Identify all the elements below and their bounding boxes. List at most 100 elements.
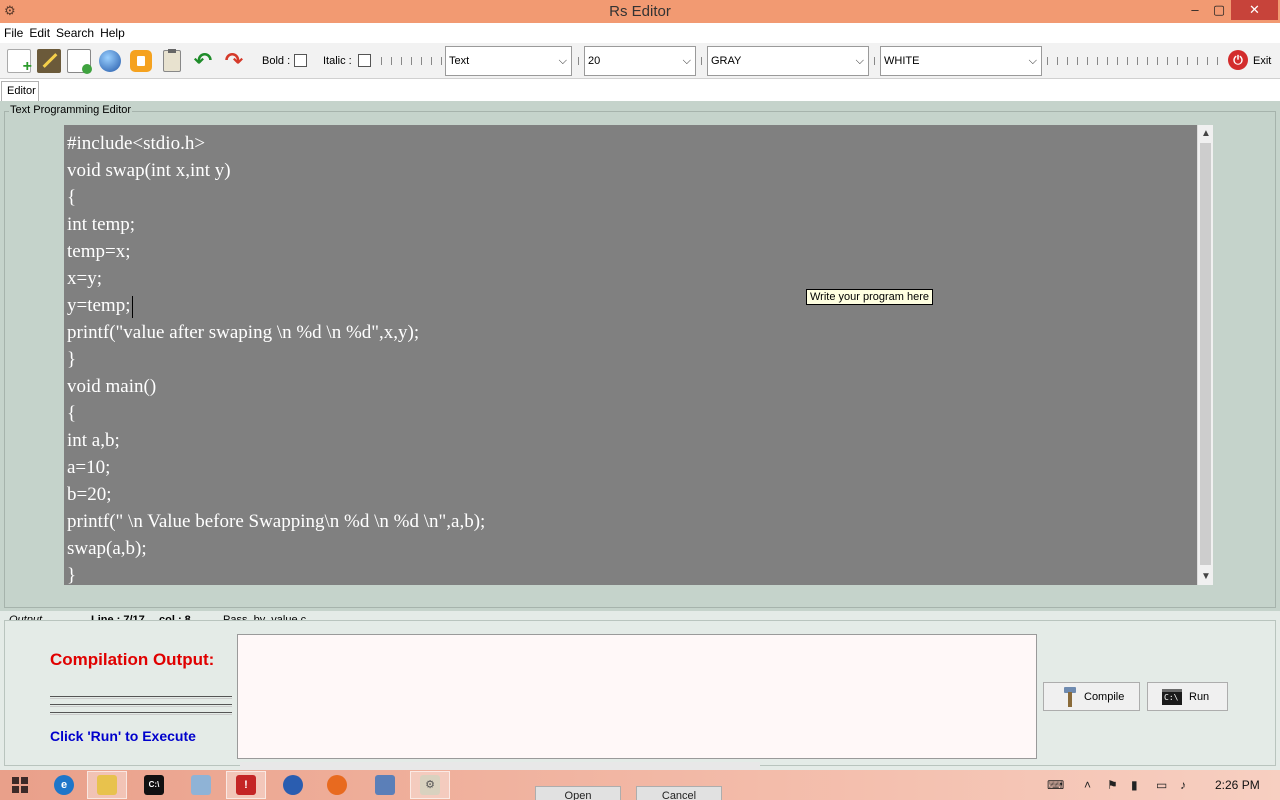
taskbar-cmd[interactable]: C:\ bbox=[134, 771, 174, 799]
toolbar-separator bbox=[1077, 57, 1078, 65]
tray-expand-icon[interactable]: ˄ bbox=[1084, 778, 1091, 792]
code-line[interactable]: y=temp; bbox=[67, 292, 1198, 319]
code-line[interactable]: int a,b; bbox=[67, 427, 1198, 454]
text-color-value: WHITE bbox=[884, 55, 920, 67]
chevron-down-icon: ⌵ bbox=[558, 55, 567, 67]
code-line[interactable]: a=10; bbox=[67, 454, 1198, 481]
toolbar-separator bbox=[1187, 57, 1188, 65]
code-line[interactable]: swap(a,b); bbox=[67, 535, 1198, 562]
toolbar-separator bbox=[1147, 57, 1148, 65]
menu-help[interactable]: Help bbox=[100, 26, 125, 40]
undo-icon[interactable]: ↶ bbox=[191, 49, 215, 73]
scroll-down-icon[interactable]: ▼ bbox=[1198, 568, 1214, 585]
code-line[interactable]: void swap(int x,int y) bbox=[67, 157, 1198, 184]
run-button[interactable]: C:\ Run bbox=[1147, 682, 1228, 711]
menu-file[interactable]: File bbox=[4, 26, 23, 40]
divider bbox=[50, 696, 232, 699]
code-line[interactable]: } bbox=[67, 346, 1198, 373]
save-file-icon[interactable] bbox=[67, 49, 92, 74]
flag-icon[interactable]: ⚑ bbox=[1107, 778, 1118, 792]
editor-panel: Text Programming Editor #include<stdio.h… bbox=[0, 101, 1280, 611]
paste-icon[interactable] bbox=[163, 49, 181, 72]
italic-checkbox[interactable] bbox=[358, 54, 371, 67]
editor-tooltip: Write your program here bbox=[806, 289, 934, 305]
text-caret bbox=[131, 295, 133, 318]
app-icon: ! bbox=[236, 775, 256, 795]
font-size-value: 20 bbox=[588, 55, 601, 67]
code-line[interactable]: printf("value after swaping \n %d \n %d"… bbox=[67, 319, 1198, 346]
taskbar-chrome[interactable] bbox=[273, 771, 313, 799]
open-button[interactable]: Open bbox=[535, 786, 621, 800]
code-line[interactable]: printf(" \n Value before Swapping\n %d \… bbox=[67, 508, 1198, 535]
close-button[interactable]: ✕ bbox=[1231, 0, 1278, 20]
editor-scrollbar[interactable]: ▲ ▼ bbox=[1197, 125, 1213, 585]
toolbar-separator bbox=[578, 57, 579, 65]
code-line[interactable]: { bbox=[67, 184, 1198, 211]
bold-checkbox[interactable] bbox=[294, 54, 307, 67]
compilation-output-box[interactable] bbox=[237, 634, 1037, 759]
taskbar-network[interactable] bbox=[181, 771, 221, 799]
globe-icon[interactable] bbox=[99, 50, 121, 72]
speaker-icon[interactable]: ♪ bbox=[1180, 778, 1186, 792]
taskbar-virtualbox[interactable] bbox=[365, 771, 405, 799]
taskbar-firefox[interactable] bbox=[317, 771, 357, 799]
code-line[interactable]: #include<stdio.h> bbox=[67, 130, 1198, 157]
code-line[interactable]: temp=x; bbox=[67, 238, 1198, 265]
folder-icon bbox=[97, 775, 117, 795]
menu-search[interactable]: Search bbox=[56, 26, 94, 40]
cancel-button[interactable]: Cancel bbox=[636, 786, 722, 800]
window-title: Rs Editor bbox=[609, 3, 671, 20]
scroll-up-icon[interactable]: ▲ bbox=[1198, 125, 1214, 142]
toolbar-separator bbox=[1167, 57, 1168, 65]
divider bbox=[50, 712, 232, 715]
toolbar-separator bbox=[1087, 57, 1088, 65]
edit-icon[interactable] bbox=[37, 49, 61, 73]
taskbar-ie[interactable]: e bbox=[44, 771, 84, 799]
code-line[interactable]: int temp; bbox=[67, 211, 1198, 238]
font-size-select[interactable]: 20 ⌵ bbox=[584, 46, 696, 76]
toolbar-separator bbox=[1207, 57, 1208, 65]
chevron-down-icon: ⌵ bbox=[855, 55, 864, 67]
taskbar-rs-editor[interactable]: ⚙ bbox=[410, 771, 450, 799]
power-status-icon[interactable]: ▮ bbox=[1131, 778, 1138, 792]
taskbar-explorer[interactable] bbox=[87, 771, 127, 799]
menu-edit[interactable]: Edit bbox=[29, 26, 50, 40]
keyboard-icon[interactable]: ⌨ bbox=[1047, 778, 1064, 792]
text-color-select[interactable]: WHITE ⌵ bbox=[880, 46, 1042, 76]
internet-explorer-icon: e bbox=[54, 775, 74, 795]
toolbar: ↶ ↷ Bold : Italic : Text ⌵ 20 ⌵ GRAY ⌵ W… bbox=[0, 43, 1280, 79]
monitor-icon[interactable]: ▭ bbox=[1156, 778, 1167, 792]
code-line[interactable]: b=20; bbox=[67, 481, 1198, 508]
toolbar-separator bbox=[1197, 57, 1198, 65]
toolbar-separator bbox=[431, 57, 432, 65]
maximize-button[interactable]: ▢ bbox=[1204, 0, 1234, 20]
code-line[interactable]: } bbox=[67, 562, 1198, 585]
redo-icon[interactable]: ↷ bbox=[222, 49, 246, 73]
toolbar-separator bbox=[381, 57, 382, 65]
background-color-select[interactable]: GRAY ⌵ bbox=[707, 46, 869, 76]
font-type-select[interactable]: Text ⌵ bbox=[445, 46, 572, 76]
copy-icon[interactable] bbox=[130, 50, 152, 72]
taskbar-clock[interactable]: 2:26 PM bbox=[1215, 778, 1260, 792]
code-line[interactable]: { bbox=[67, 400, 1198, 427]
exit-button[interactable]: Exit bbox=[1253, 55, 1271, 67]
code-line[interactable]: x=y; bbox=[67, 265, 1198, 292]
code-editor[interactable]: #include<stdio.h> void swap(int x,int y){… bbox=[64, 125, 1198, 585]
power-icon[interactable]: ⏻ bbox=[1228, 50, 1248, 70]
cube-icon bbox=[375, 775, 395, 795]
code-line[interactable]: void main() bbox=[67, 373, 1198, 400]
run-label: Run bbox=[1189, 690, 1210, 703]
compile-button[interactable]: Compile bbox=[1043, 682, 1140, 711]
toolbar-separator bbox=[441, 57, 442, 65]
new-file-icon[interactable] bbox=[7, 49, 32, 76]
menu-bar: File Edit Search Help bbox=[0, 23, 1280, 43]
tab-editor[interactable]: Editor bbox=[1, 81, 39, 101]
toolbar-separator bbox=[1157, 57, 1158, 65]
windows-start-icon[interactable] bbox=[12, 777, 28, 793]
tab-strip: Editor bbox=[0, 79, 1280, 101]
compilation-output-title: Compilation Output: bbox=[50, 650, 215, 669]
scrollbar-thumb[interactable] bbox=[1200, 143, 1211, 565]
taskbar-app[interactable]: ! bbox=[226, 771, 266, 799]
toolbar-separator bbox=[1137, 57, 1138, 65]
background-color-value: GRAY bbox=[711, 55, 742, 67]
